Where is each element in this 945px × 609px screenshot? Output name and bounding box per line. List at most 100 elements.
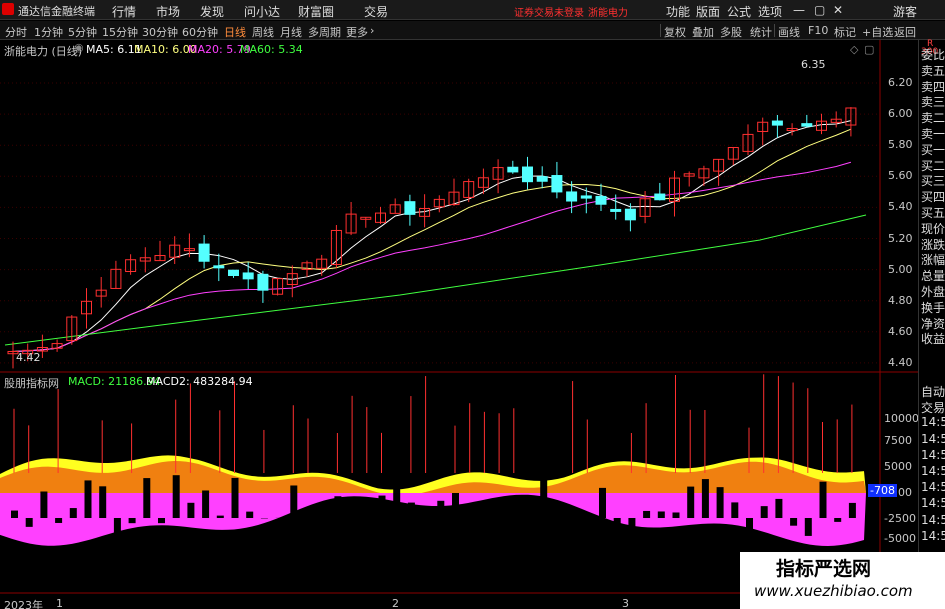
btn-mark[interactable]: 标记	[834, 24, 856, 40]
menu-formula[interactable]: 公式	[727, 3, 751, 20]
indicator-bar	[69, 508, 77, 518]
quote-item: 卖一	[921, 127, 945, 141]
price-tick: 5.00	[888, 262, 913, 276]
indicator-value-marker: -708	[868, 484, 897, 497]
menu-layout[interactable]: 版面	[696, 3, 720, 20]
chart-title: 浙能电力 (日线)	[4, 45, 83, 58]
tab-daily[interactable]: 日线	[224, 24, 246, 40]
close-icon[interactable]: ✕	[833, 3, 843, 17]
indicator-bar	[55, 518, 63, 523]
indicator-bar	[246, 511, 254, 518]
quote-item: 收益	[921, 332, 945, 347]
time-axis-mar: 3	[622, 597, 629, 609]
tab-timeshare[interactable]: 分时	[5, 24, 27, 40]
trade-time-item: 14:56	[921, 447, 945, 462]
divider	[774, 24, 775, 37]
btn-adjust[interactable]: 复权	[664, 24, 686, 40]
indicator-bar	[599, 487, 606, 518]
settings-icon[interactable]: ◉	[74, 41, 84, 54]
btn-overlay[interactable]: 叠加	[692, 24, 714, 40]
indicator-bar	[628, 518, 636, 538]
chart-area[interactable]: 浙能电力 (日线) ◉ MA5: 6.11 MA10: 6.00 MA20: 5…	[0, 40, 919, 609]
time-axis-year: 2023年	[4, 599, 43, 609]
macd2-label: MACD2: 483284.94	[146, 375, 253, 388]
trade-time-item: 14:56	[921, 512, 945, 527]
chevron-right-icon[interactable]: ›	[370, 24, 374, 37]
trade-time-item: 14:56	[921, 415, 945, 430]
indicator-bar	[672, 512, 680, 518]
btn-multi-stock[interactable]: 多股	[720, 24, 742, 40]
tab-more[interactable]: 更多	[346, 24, 368, 40]
indicator-bar	[202, 490, 210, 518]
quote-item: 买五	[921, 206, 945, 220]
indicator-bar	[510, 518, 518, 535]
quote-panel: R 300 委比 卖五 卖四 卖三 卖二 卖一 买一 买二 买三 买四 买五 现价 涨跌 涨幅 总量 外盘 换手…	[918, 39, 945, 609]
quote-item: 买三	[921, 174, 945, 189]
ma20-line	[12, 161, 852, 353]
candle	[551, 175, 563, 193]
candle	[624, 208, 636, 221]
menu-market[interactable]: 市场	[156, 3, 180, 20]
tab-monthly[interactable]: 月线	[280, 24, 302, 40]
indicator-bar	[613, 518, 621, 536]
diamond-icon[interactable]: ◇	[850, 43, 858, 56]
candle	[198, 243, 210, 262]
indicator-bar	[790, 518, 798, 526]
menu-ask[interactable]: 问小达	[244, 3, 280, 20]
trade-time-item[interactable]: 自动	[921, 383, 945, 400]
price-tick: 5.80	[888, 138, 913, 152]
candle	[566, 191, 578, 202]
indicator-bar	[540, 480, 548, 518]
menu-discover[interactable]: 发现	[200, 3, 224, 20]
indicator-bar	[746, 518, 753, 537]
indicator-bar	[834, 518, 842, 522]
tab-15min[interactable]: 15分钟	[102, 24, 138, 40]
indicator-bar	[760, 506, 768, 518]
indicator-bar	[172, 475, 180, 518]
restore-icon[interactable]: ▢	[814, 3, 825, 17]
chart-canvas[interactable]	[0, 40, 918, 609]
login-warning[interactable]: 证券交易未登录	[514, 4, 584, 19]
menu-trade[interactable]: 交易	[364, 3, 388, 20]
indicator-bar	[819, 481, 827, 518]
watermark: 指标严选网 www.xuezhibiao.com	[740, 552, 945, 609]
quote-item: 卖五	[921, 63, 945, 78]
minimize-icon[interactable]: —	[793, 3, 805, 17]
btn-draw[interactable]: 画线	[778, 24, 800, 40]
tab-multi-period[interactable]: 多周期	[308, 24, 341, 40]
menu-function[interactable]: 功能	[666, 3, 690, 20]
indicator-bar	[437, 500, 445, 518]
tab-60min[interactable]: 60分钟	[182, 24, 218, 40]
btn-add-watchlist[interactable]: +自选	[862, 24, 893, 40]
indicator-bar	[407, 502, 415, 518]
btn-f10[interactable]: F10	[808, 24, 828, 37]
indicator-bar	[657, 511, 665, 518]
price-tick: 5.40	[888, 200, 913, 214]
app-logo-icon	[2, 3, 14, 15]
tab-1min[interactable]: 1分钟	[34, 24, 63, 40]
candle	[257, 273, 269, 291]
menu-quotes[interactable]: 行情	[112, 3, 136, 20]
guest-user[interactable]: 游客	[893, 3, 917, 20]
indicator-title: 股朋指标网	[4, 377, 59, 390]
candle	[654, 193, 666, 201]
restore-icon[interactable]: ▢	[864, 43, 874, 56]
btn-back[interactable]: 返回	[894, 24, 916, 40]
menu-community[interactable]: 财富圈	[298, 3, 334, 20]
trade-time-item[interactable]: 交易	[921, 399, 945, 416]
trade-time-item: 14:56	[921, 431, 945, 446]
price-tick: 6.20	[888, 76, 913, 89]
price-tick: 4.40	[888, 355, 913, 369]
tab-30min[interactable]: 30分钟	[142, 24, 178, 40]
ma10-line	[12, 128, 852, 353]
btn-stats[interactable]: 统计	[750, 24, 772, 40]
tab-5min[interactable]: 5分钟	[68, 24, 97, 40]
tab-weekly[interactable]: 周线	[252, 24, 274, 40]
indicator-tick: 10000	[884, 412, 919, 425]
menu-options[interactable]: 选项	[758, 3, 782, 20]
indicator-bar	[804, 518, 812, 536]
indicator-bar	[569, 518, 577, 525]
low-price-label: 4.42	[16, 351, 41, 364]
trade-time-item: 14:56	[921, 496, 945, 511]
quote-item: 委比	[921, 48, 945, 62]
